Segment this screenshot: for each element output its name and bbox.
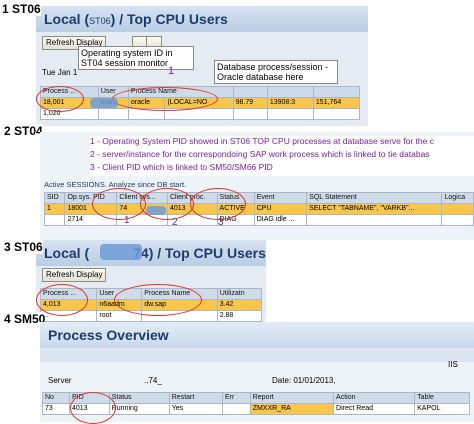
- server-value: ..74_: [144, 376, 162, 385]
- section-label-3: 3 ST06: [4, 240, 43, 254]
- sm50-toolbar: [40, 348, 474, 362]
- cell: [312, 108, 361, 120]
- sm50-title: Process Overview: [40, 322, 474, 348]
- col-table[interactable]: Table: [414, 392, 470, 404]
- marker-1: 1: [124, 215, 130, 226]
- col-report[interactable]: Report: [249, 392, 335, 404]
- cell: 73: [42, 403, 70, 415]
- cell: [441, 214, 474, 226]
- highlight-ellipse-mid-name: [114, 284, 202, 316]
- right-tag: IIS: [448, 360, 458, 369]
- col-logical[interactable]: Logica: [441, 192, 474, 204]
- annotation-db-process: Database process/session - Oracle databa…: [214, 60, 338, 84]
- col-event[interactable]: Event: [253, 192, 308, 204]
- annotation-line-3: 3 - Client PID which is linked to SM50/S…: [90, 162, 474, 172]
- col-memory[interactable]: [266, 86, 314, 98]
- col-action[interactable]: Action: [333, 392, 416, 404]
- cell: 3.42: [216, 299, 263, 311]
- title-right: 74) / Top CPU Users: [133, 245, 266, 261]
- cell: [306, 214, 443, 226]
- cell: [232, 108, 268, 120]
- highlight-ellipse-sm50-pid: [70, 392, 116, 424]
- cell: ZMXXR_RA: [249, 403, 335, 415]
- st06-mid-title: Local ( 74) / Top CPU Users: [36, 240, 266, 266]
- cell: [266, 108, 314, 120]
- st04-annotation-box: 1 - Operating System PID showed in ST06 …: [90, 136, 474, 176]
- col-extra[interactable]: [312, 86, 361, 98]
- cell: Direct Read: [333, 403, 416, 415]
- cell: SELECT "TABNAME", "VARKB"...: [306, 203, 443, 215]
- annotation-line-2: 2 - server/instance for the correspondoi…: [90, 149, 474, 159]
- st04-panel: 1 - Operating System PID showed in ST06 …: [40, 132, 474, 240]
- date-text: Tue Jan 1: [42, 68, 78, 77]
- cell: 151,764: [312, 97, 361, 109]
- title-left: Local (: [44, 245, 90, 261]
- col-utilization[interactable]: Utilizatn: [216, 288, 263, 300]
- section-label-1: 1 ST06: [2, 2, 41, 16]
- cell: Yes: [168, 403, 224, 415]
- col-no[interactable]: No: [42, 392, 70, 404]
- title-left: Local (: [44, 11, 90, 27]
- annotation-os-pid: Operating system ID in ST04 session moni…: [78, 46, 194, 70]
- cell: DIAG idle ...: [253, 214, 308, 226]
- col-status[interactable]: Status: [108, 392, 170, 404]
- highlight-ellipse-pid: [36, 86, 84, 112]
- marker-3: 3: [218, 217, 224, 228]
- highlight-ellipse-client-sys: [140, 188, 194, 220]
- cell: [97, 108, 129, 120]
- cell: 2.88: [216, 310, 263, 322]
- cell: Running: [108, 403, 170, 415]
- cell: 1: [43, 203, 66, 215]
- col-err[interactable]: Err: [222, 392, 251, 404]
- cell: [43, 214, 66, 226]
- marker-2: 2: [172, 217, 178, 228]
- cell: 13908:3: [266, 97, 314, 109]
- server-label: Server: [48, 376, 72, 385]
- st06-top-title: Local (ST06) / Top CPU Users: [36, 6, 368, 32]
- redacted-blur: [146, 206, 166, 215]
- title-system-id: ST06: [89, 16, 111, 26]
- refresh-display-button[interactable]: Refresh Display: [42, 268, 107, 282]
- redacted-blur: [90, 98, 118, 108]
- marker-1-top: 1: [168, 65, 175, 77]
- col-utilization[interactable]: [232, 86, 268, 98]
- cell: KAPOL: [414, 403, 470, 415]
- highlight-ellipse-os-pid: [92, 188, 146, 220]
- section-label-2: 2 ST04: [4, 124, 43, 138]
- cell: [222, 403, 251, 415]
- col-sql[interactable]: SQL Statement: [306, 192, 443, 204]
- title-right: ) / Top CPU Users: [110, 11, 228, 27]
- redacted-blur: [100, 244, 142, 260]
- cell: 98.79: [232, 97, 268, 109]
- col-sid[interactable]: SID: [43, 192, 66, 204]
- col-restart[interactable]: Restart: [168, 392, 224, 404]
- annotation-line-1: 1 - Operating System PID showed in ST06 …: [90, 136, 474, 146]
- table-row[interactable]: 1,020: [40, 108, 361, 120]
- cell: CPU: [253, 203, 308, 215]
- date-text: Date: 01/01/2013,: [272, 376, 336, 385]
- cell: [441, 203, 474, 215]
- highlight-ellipse-client-proc: [190, 188, 246, 220]
- highlight-ellipse-process: [112, 87, 218, 111]
